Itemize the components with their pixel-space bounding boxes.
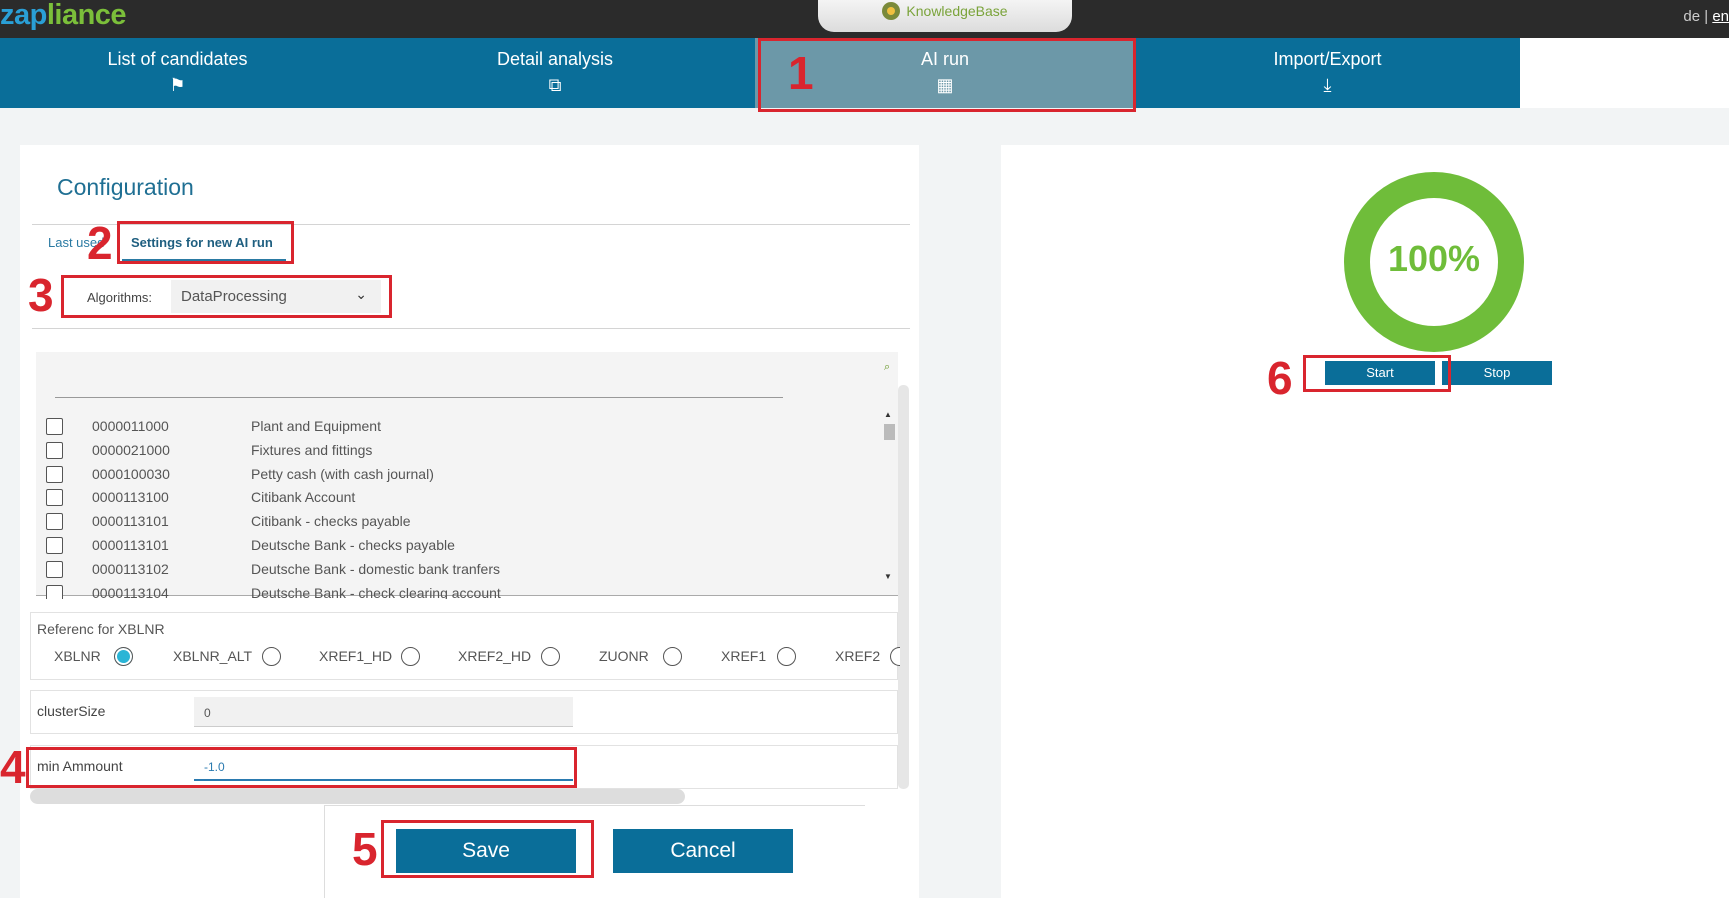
- account-code: 0000113101: [92, 537, 169, 553]
- stop-button[interactable]: Stop: [1442, 361, 1552, 385]
- zapliance-logo[interactable]: zapliance: [0, 0, 127, 30]
- row-checkbox[interactable]: [46, 537, 63, 554]
- account-name: Plant and Equipment: [251, 418, 381, 434]
- radio-label-xblnr: XBLNR: [54, 648, 101, 664]
- account-name: Petty cash (with cash journal): [251, 465, 434, 482]
- progress-percent: 100%: [1387, 238, 1481, 279]
- scroll-down-icon[interactable]: ▼: [884, 572, 892, 581]
- radio-xref1[interactable]: [777, 647, 796, 666]
- annotation-number-4: 4: [0, 741, 26, 793]
- annotation-number-2: 2: [87, 217, 113, 269]
- list-item[interactable]: 0000011000 Plant and Equipment: [44, 415, 884, 437]
- list-item[interactable]: 0000021000 Fixtures and fittings: [44, 439, 884, 461]
- copy-icon: ⧉: [548, 75, 562, 95]
- account-code: 0000113102: [92, 560, 169, 577]
- account-code: 0000113101: [92, 513, 169, 530]
- cluster-size-input[interactable]: 0: [194, 697, 573, 727]
- list-item[interactable]: 0000100030 Petty cash (with cash journal): [44, 463, 884, 485]
- annotation-box-1: [758, 38, 1136, 112]
- horizontal-scrollbar[interactable]: [30, 789, 685, 804]
- row-checkbox[interactable]: [46, 489, 63, 507]
- annotation-number-3: 3: [28, 269, 54, 321]
- radio-zuonr[interactable]: [663, 647, 682, 666]
- account-code: 0000021000: [92, 441, 170, 458]
- account-code: 0000011000: [92, 418, 169, 434]
- account-name: Citibank - checks payable: [251, 513, 411, 530]
- account-code: 0000100030: [92, 465, 170, 482]
- language-switcher: de | en: [1683, 8, 1729, 25]
- row-checkbox[interactable]: [46, 560, 63, 578]
- knowledgebase-label: KnowledgeBase: [906, 3, 1008, 19]
- annotation-box-4: [26, 747, 577, 788]
- row-checkbox[interactable]: [46, 513, 63, 531]
- scroll-thumb[interactable]: [884, 424, 895, 440]
- list-scrollbar[interactable]: ▲ ▼: [882, 410, 895, 584]
- reference-title: Referenc for XBLNR: [37, 621, 165, 637]
- radio-xref2-hd[interactable]: [541, 647, 560, 666]
- radio-label-xblnr-alt: XBLNR_ALT: [173, 648, 253, 664]
- radio-xblnr[interactable]: [114, 647, 133, 666]
- account-code: 0000113100: [92, 489, 169, 506]
- lang-de-link[interactable]: de: [1683, 8, 1700, 25]
- list-item[interactable]: 0000113100 Citibank Account: [44, 486, 884, 508]
- cancel-button[interactable]: Cancel: [613, 829, 793, 873]
- annotation-number-1: 1: [788, 47, 814, 99]
- account-name: Citibank Account: [251, 489, 356, 506]
- tab-label: Detail analysis: [496, 49, 614, 69]
- radio-label-xref1: XREF1: [721, 648, 767, 664]
- account-code: 0000113104: [92, 584, 169, 599]
- row-checkbox[interactable]: [46, 465, 63, 483]
- list-item[interactable]: 0000113104 Deutsche Bank - check clearing…: [44, 582, 884, 599]
- annotation-box-3: [61, 275, 392, 318]
- radio-label-xref1-hd: XREF1_HD: [319, 648, 393, 664]
- account-name: Deutsche Bank - check clearing account: [251, 584, 501, 599]
- knowledgebase-icon: [882, 2, 901, 20]
- flag-icon: ⚑: [169, 75, 186, 95]
- tab-detail-analysis[interactable]: Detail analysis ⧉: [355, 38, 755, 108]
- top-bar: zapliance KnowledgeBase de | en: [0, 0, 1729, 38]
- annotation-box-6: [1303, 355, 1451, 392]
- cluster-size-label: clusterSize: [37, 703, 106, 719]
- list-item[interactable]: 0000113101 Citibank - checks payable: [44, 510, 884, 532]
- panel-scrollbar[interactable]: [898, 385, 909, 789]
- tab-import-export[interactable]: Import/Export ⤓: [1135, 38, 1520, 108]
- knowledgebase-tab[interactable]: KnowledgeBase: [818, 0, 1072, 32]
- tab-label: Import/Export: [1273, 49, 1382, 69]
- row-checkbox[interactable]: [46, 584, 63, 599]
- divider: [32, 328, 910, 329]
- list-item[interactable]: 0000113102 Deutsche Bank - domestic bank …: [44, 558, 884, 580]
- tab-list-of-candidates[interactable]: List of candidates ⚑: [0, 38, 355, 108]
- annotation-number-5: 5: [352, 823, 378, 875]
- radio-xref1-hd[interactable]: [401, 647, 420, 666]
- lang-en-link[interactable]: en: [1712, 8, 1729, 25]
- annotation-number-6: 6: [1267, 352, 1293, 404]
- configuration-title: Configuration: [57, 174, 194, 200]
- annotation-box-5: [381, 820, 594, 878]
- row-checkbox[interactable]: [46, 418, 63, 435]
- account-name: Fixtures and fittings: [251, 441, 373, 458]
- list-item[interactable]: 0000113101 Deutsche Bank - checks payable: [44, 534, 884, 556]
- scroll-up-icon[interactable]: ▲: [884, 410, 892, 419]
- radio-xblnr-alt[interactable]: [262, 647, 281, 666]
- radio-label-xref2: XREF2: [835, 648, 881, 664]
- tab-label: List of candidates: [107, 49, 248, 69]
- lang-separator: |: [1704, 8, 1709, 25]
- list-filter-line: [55, 397, 783, 398]
- row-checkbox[interactable]: [46, 441, 63, 459]
- search-icon[interactable]: ⌕: [884, 361, 890, 374]
- account-name: Deutsche Bank - domestic bank tranfers: [251, 560, 501, 577]
- annotation-box-2: [117, 221, 294, 264]
- radio-label-xref2-hd: XREF2_HD: [458, 648, 532, 664]
- download-icon: ⤓: [1323, 75, 1332, 95]
- radio-label-zuonr: ZUONR: [599, 648, 649, 664]
- account-name: Deutsche Bank - checks payable: [251, 537, 455, 553]
